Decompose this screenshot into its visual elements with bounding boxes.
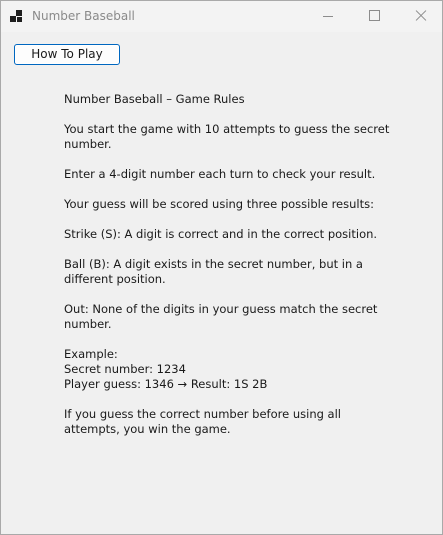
rules-ball: Ball (B): A digit exists in the secret n… [64, 257, 363, 286]
maximize-button[interactable] [351, 1, 397, 31]
example-guess: Player guess: 1346 → Result: 1S 2B [64, 377, 268, 391]
rules-example: Example: Secret number: 1234 Player gues… [64, 347, 394, 392]
example-secret: Secret number: 1234 [64, 362, 186, 376]
example-label: Example: [64, 347, 118, 361]
rules-win: If you guess the correct number before u… [64, 407, 341, 436]
close-button[interactable] [397, 1, 442, 31]
title-bar[interactable]: Number Baseball [1, 1, 442, 32]
window-title: Number Baseball [32, 9, 135, 23]
rules-text: Number Baseball – Game Rules You start t… [64, 92, 394, 452]
maximize-icon [369, 10, 380, 21]
minimize-button[interactable] [305, 1, 351, 31]
rules-strike: Strike (S): A digit is correct and in th… [64, 227, 378, 241]
rules-attempts: You start the game with 10 attempts to g… [64, 122, 390, 151]
minimize-icon [323, 16, 333, 17]
rules-heading: Number Baseball – Game Rules [64, 92, 245, 106]
rules-out: Out: None of the digits in your guess ma… [64, 302, 378, 331]
close-icon [415, 10, 426, 21]
app-icon [10, 10, 23, 23]
main-window: Number Baseball How To Play Number Baseb… [0, 0, 443, 535]
rules-scoring: Your guess will be scored using three po… [64, 197, 374, 211]
how-to-play-button[interactable]: How To Play [14, 44, 120, 65]
rules-enter: Enter a 4-digit number each turn to chec… [64, 167, 376, 181]
